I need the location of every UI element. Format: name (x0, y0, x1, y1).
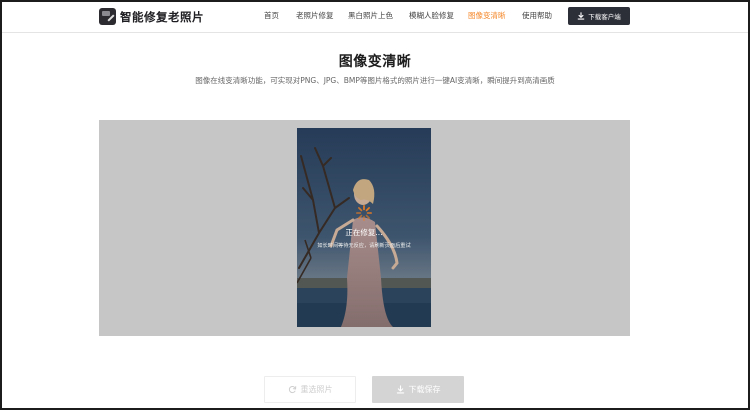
reselect-photo-button[interactable]: 重选照片 (264, 376, 356, 403)
nav-item-old-photo-repair[interactable]: 老照片修复 (296, 11, 334, 21)
top-header: 智能修复老照片 首页 老照片修复 黑白照片上色 模糊人脸修复 图像变清晰 使用帮… (0, 0, 750, 33)
photo-restore-logo-icon (99, 8, 116, 25)
site-name: 智能修复老照片 (120, 9, 204, 24)
processing-overlay: 正在修复... 如长时间等待无反应，请刷新页面后重试 (297, 128, 431, 327)
page-title: 图像变清晰 (338, 54, 412, 70)
processing-status: 正在修复... (345, 228, 383, 237)
download-client-label: 下载客户端 (588, 13, 621, 21)
nav-item-help[interactable]: 使用帮助 (522, 11, 552, 21)
nav-item-image-sharpen[interactable]: 图像变清晰 (468, 11, 506, 21)
download-icon (577, 12, 585, 20)
nav-item-blurry-face-repair[interactable]: 模糊人脸修复 (409, 11, 454, 21)
download-save-label: 下载保存 (408, 385, 441, 394)
loading-spinner-icon (355, 204, 373, 222)
refresh-icon (288, 385, 296, 394)
image-workspace: 正在修复... 如长时间等待无反应，请刷新页面后重试 (99, 120, 630, 336)
download-save-button[interactable]: 下载保存 (372, 376, 464, 403)
download-icon (396, 385, 404, 394)
nav-item-home[interactable]: 首页 (264, 11, 279, 21)
reselect-photo-label: 重选照片 (300, 385, 333, 394)
nav-item-bw-colorize[interactable]: 黑白照片上色 (348, 11, 393, 21)
site-logo[interactable]: 智能修复老照片 (99, 8, 204, 25)
page-subtitle: 图像在线变清晰功能，可实现对PNG、JPG、BMP等图片格式的照片进行一键AI变… (195, 76, 555, 85)
processing-hint: 如长时间等待无反应，请刷新页面后重试 (317, 243, 411, 249)
download-client-button[interactable]: 下载客户端 (568, 7, 630, 25)
